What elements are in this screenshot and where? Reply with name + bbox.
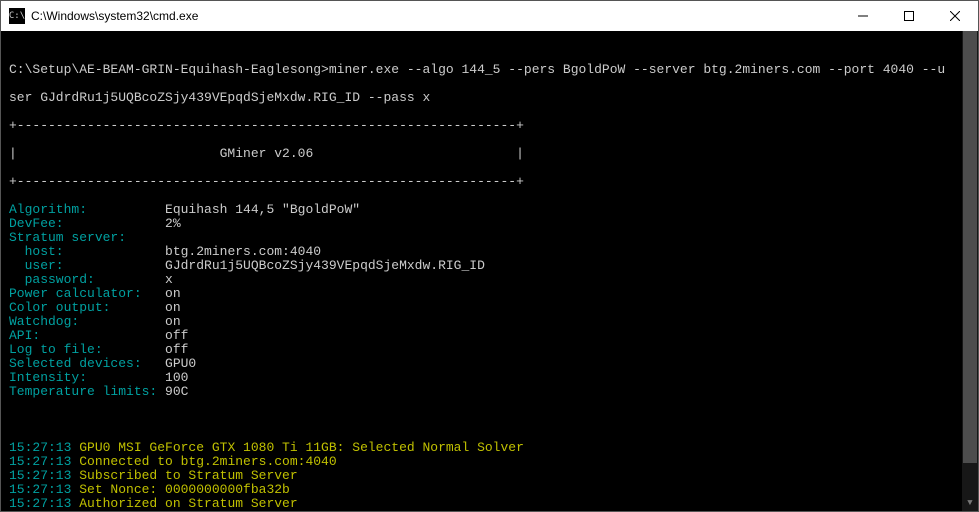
log-timestamp: 15:27:13 (9, 510, 79, 511)
config-label: Watchdog: (9, 314, 165, 329)
log-message: GPU0 MSI GeForce GTX 1080 Ti 11GB: Selec… (79, 440, 524, 455)
log-line: 15:27:13 Authorized on Stratum Server (9, 497, 970, 511)
config-line: API: off (9, 329, 970, 343)
config-value: btg.2miners.com:4040 (165, 244, 321, 259)
prompt: C:\Setup\AE-BEAM-GRIN-Equihash-Eaglesong… (9, 62, 329, 77)
config-label: Intensity: (9, 370, 165, 385)
config-label: DevFee: (9, 216, 165, 231)
log-block: 15:27:13 GPU0 MSI GeForce GTX 1080 Ti 11… (9, 441, 970, 511)
log-timestamp: 15:27:13 (9, 454, 79, 469)
config-value: 100 (165, 370, 188, 385)
config-value: off (165, 328, 188, 343)
window-title: C:\Windows\system32\cmd.exe (31, 9, 198, 23)
minimize-button[interactable] (840, 1, 886, 31)
config-line: Power calculator: on (9, 287, 970, 301)
config-line: Algorithm: Equihash 144,5 "BgoldPoW" (9, 203, 970, 217)
config-label: host: (9, 244, 165, 259)
config-label: password: (9, 272, 165, 287)
config-value: Equihash 144,5 "BgoldPoW" (165, 202, 360, 217)
log-line: 15:27:13 Connected to btg.2miners.com:40… (9, 455, 970, 469)
config-line: Watchdog: on (9, 315, 970, 329)
cmd-window: C:\ C:\Windows\system32\cmd.exe C:\Setup… (0, 0, 979, 512)
close-icon (950, 11, 960, 21)
config-label: Stratum server: (9, 230, 126, 245)
command-part2: ser GJdrdRu1j5UQBcoZSjy439VEpqdSjeMxdw.R… (9, 91, 970, 105)
config-value: 90C (165, 384, 188, 399)
config-block: Algorithm: Equihash 144,5 "BgoldPoW"DevF… (9, 203, 970, 399)
banner-body: | GMiner v2.06 | (9, 147, 970, 161)
log-timestamp: 15:27:13 (9, 496, 79, 511)
log-message: Authorized on Stratum Server (79, 496, 297, 511)
config-value: x (165, 272, 173, 287)
prompt-line: C:\Setup\AE-BEAM-GRIN-Equihash-Eaglesong… (9, 63, 970, 77)
config-label: Selected devices: (9, 356, 165, 371)
config-line: Temperature limits: 90C (9, 385, 970, 399)
title-bar[interactable]: C:\ C:\Windows\system32\cmd.exe (1, 1, 978, 31)
config-value: on (165, 300, 181, 315)
config-line: Stratum server: (9, 231, 970, 245)
log-line: 15:27:13 Subscribed to Stratum Server (9, 469, 970, 483)
config-line: Intensity: 100 (9, 371, 970, 385)
scroll-thumb[interactable] (963, 31, 977, 463)
config-line: host: btg.2miners.com:4040 (9, 245, 970, 259)
config-value: GJdrdRu1j5UQBcoZSjy439VEpqdSjeMxdw.RIG_I… (165, 258, 485, 273)
log-timestamp: 15:27:13 (9, 482, 79, 497)
minimize-icon (858, 11, 868, 21)
config-line: user: GJdrdRu1j5UQBcoZSjy439VEpqdSjeMxdw… (9, 259, 970, 273)
config-line: password: x (9, 273, 970, 287)
config-line: Selected devices: GPU0 (9, 357, 970, 371)
config-value: on (165, 314, 181, 329)
scroll-down-arrow[interactable]: ▼ (962, 495, 978, 511)
config-value: 2% (165, 216, 181, 231)
config-label: Power calculator: (9, 286, 165, 301)
config-label: Temperature limits: (9, 384, 165, 399)
config-value: on (165, 286, 181, 301)
log-message: Set Nonce: 0000000000fba32b (79, 482, 290, 497)
config-line: Color output: on (9, 301, 970, 315)
close-button[interactable] (932, 1, 978, 31)
config-label: API: (9, 328, 165, 343)
maximize-icon (904, 11, 914, 21)
config-label: Color output: (9, 300, 165, 315)
cmd-icon: C:\ (9, 8, 25, 24)
config-value: off (165, 342, 188, 357)
config-value: GPU0 (165, 356, 196, 371)
config-label: user: (9, 258, 165, 273)
log-line: 15:27:13 Set Nonce: 0000000000fba32b (9, 483, 970, 497)
log-message: Set Target: 0003c3c3c3c3c3c3c3c3c3c3c3c3… (79, 510, 672, 511)
log-message: Connected to btg.2miners.com:4040 (79, 454, 336, 469)
scrollbar[interactable]: ▲ ▼ (962, 31, 978, 511)
log-message: Subscribed to Stratum Server (79, 468, 297, 483)
banner-top: +---------------------------------------… (9, 119, 970, 133)
banner-bottom: +---------------------------------------… (9, 175, 970, 189)
log-timestamp: 15:27:13 (9, 468, 79, 483)
window-controls (840, 1, 978, 31)
log-timestamp: 15:27:13 (9, 440, 79, 455)
config-label: Log to file: (9, 342, 165, 357)
blank-line (9, 413, 970, 427)
command-part1: miner.exe --algo 144_5 --pers BgoldPoW -… (329, 62, 945, 77)
log-line: 15:27:13 GPU0 MSI GeForce GTX 1080 Ti 11… (9, 441, 970, 455)
terminal-output[interactable]: C:\Setup\AE-BEAM-GRIN-Equihash-Eaglesong… (1, 31, 978, 511)
config-label: Algorithm: (9, 202, 165, 217)
maximize-button[interactable] (886, 1, 932, 31)
config-line: DevFee: 2% (9, 217, 970, 231)
config-line: Log to file: off (9, 343, 970, 357)
